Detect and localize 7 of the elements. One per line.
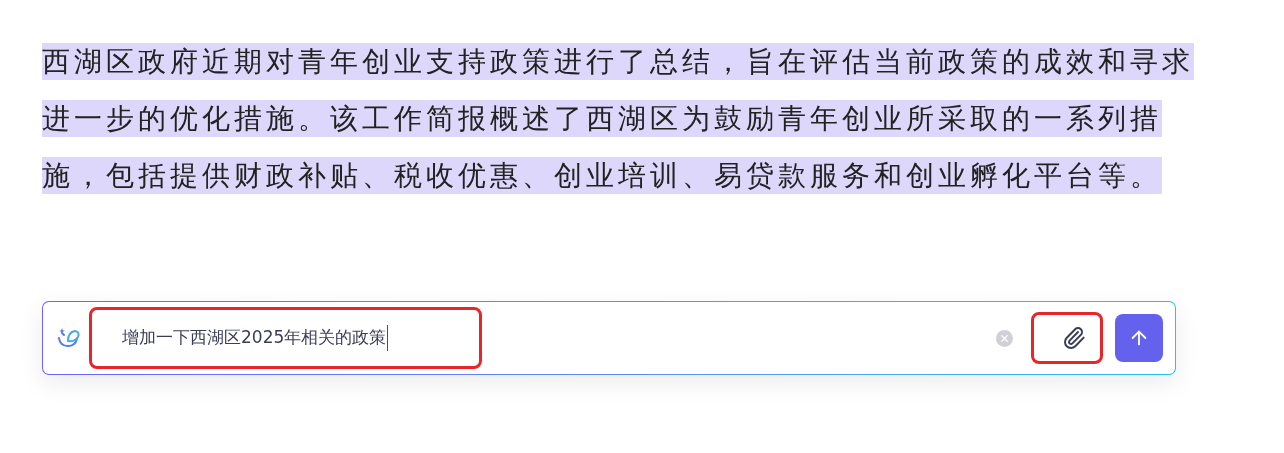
paperclip-icon xyxy=(1062,326,1086,350)
send-button[interactable] xyxy=(1115,314,1163,362)
paragraph: 西湖区政府近期对青年创业支持政策进行了总结，旨在评估当前政策的成效和寻求进一步的优化措施。该工作简报概述了西湖区为鼓励青年创业所采取的一系列措施，包括提供财政补贴、税收优惠、创业培训、易贷款服务和创业孵化平台等。 xyxy=(42,42,1195,196)
close-icon xyxy=(999,332,1010,344)
attach-button[interactable] xyxy=(1031,312,1103,364)
magic-wand-icon xyxy=(57,326,83,350)
prompt-field[interactable]: 增加一下西湖区2025年相关的政策 xyxy=(89,307,482,369)
